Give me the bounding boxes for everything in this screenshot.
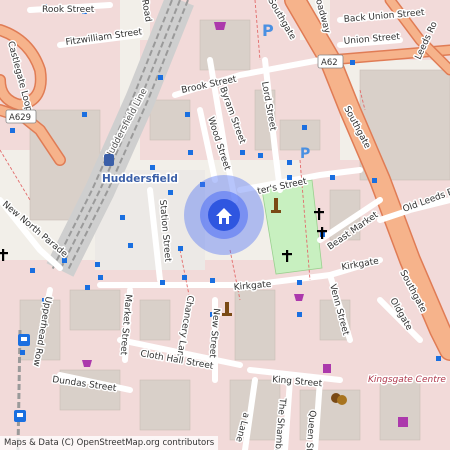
svg-text:A62: A62: [321, 58, 338, 68]
svg-text:P: P: [300, 146, 310, 162]
shop-icon[interactable]: [398, 417, 408, 427]
svg-text:A629: A629: [9, 113, 31, 123]
home-location-marker[interactable]: [184, 175, 264, 255]
centre-label: Kingsgate Centre: [368, 375, 446, 385]
bus-stop-icon[interactable]: [14, 410, 26, 422]
map-canvas[interactable]: Rook Street Fitzwilliam Street Castlegat…: [0, 0, 450, 450]
svg-text:P: P: [262, 21, 274, 40]
map-view[interactable]: Rook Street Fitzwilliam Street Castlegat…: [0, 0, 450, 450]
bus-stop-icon[interactable]: [18, 334, 30, 346]
train-icon[interactable]: [104, 154, 114, 166]
parking-icon[interactable]: P: [300, 146, 310, 162]
road-label-rook-street: Rook Street: [42, 5, 95, 15]
road-shield-a629: A629: [5, 109, 37, 124]
map-attribution[interactable]: Maps & Data (C) OpenStreetMap.org contri…: [0, 436, 219, 450]
shop-icon[interactable]: [323, 364, 331, 373]
station-label: Huddersfield: [102, 173, 178, 185]
shop-icon[interactable]: [214, 22, 226, 30]
parking-icon[interactable]: P: [262, 21, 274, 40]
road-shield-a62: A62: [317, 54, 344, 69]
